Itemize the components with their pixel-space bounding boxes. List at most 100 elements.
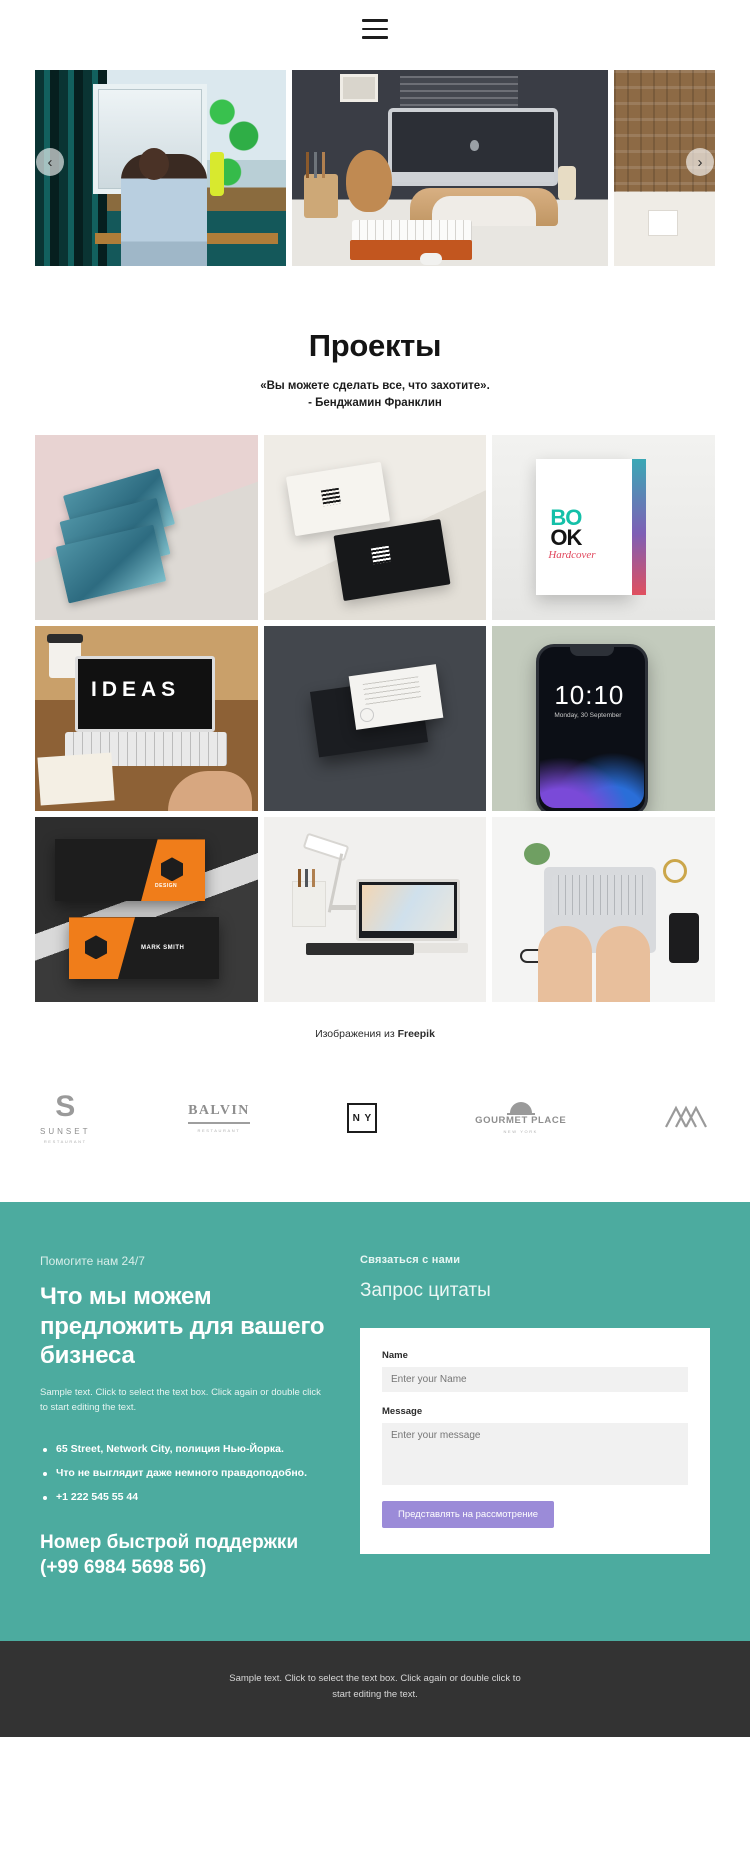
decor bbox=[648, 210, 678, 236]
quote-line-2: - Бенджамин Франклин bbox=[308, 396, 442, 409]
hamburger-menu-icon[interactable] bbox=[362, 19, 388, 39]
contact-eyebrow: Помогите нам 24/7 bbox=[40, 1254, 145, 1269]
footer-text: Sample text. Click to select the text bo… bbox=[229, 1672, 521, 1700]
logo-label: N Y bbox=[352, 1112, 373, 1124]
page-root: ‹ › Проекты «Вы можете сделать все, что … bbox=[0, 0, 750, 1850]
decor bbox=[632, 459, 647, 596]
decor bbox=[524, 843, 551, 866]
message-input[interactable] bbox=[382, 1423, 688, 1486]
logo-label: SUNSET bbox=[40, 1127, 91, 1137]
logo-label: BALVIN bbox=[188, 1103, 250, 1119]
decor bbox=[558, 166, 576, 200]
project-tile[interactable]: 10:10 Monday, 30 September bbox=[492, 626, 715, 812]
project-tile[interactable]: IDEAS bbox=[35, 626, 258, 812]
decor bbox=[333, 519, 451, 602]
sunset-s-icon: S bbox=[55, 1090, 76, 1124]
mountain-icon bbox=[665, 1105, 707, 1128]
chevron-right-icon: › bbox=[697, 153, 703, 171]
contact-right-column: Связаться с нами Запрос цитаты Name Mess… bbox=[360, 1254, 710, 1580]
message-field-label: Message bbox=[382, 1406, 423, 1418]
logo-ny[interactable]: N Y bbox=[347, 1103, 378, 1134]
carousel-next-button[interactable]: › bbox=[686, 148, 714, 176]
decor bbox=[370, 546, 391, 565]
decor bbox=[552, 875, 649, 916]
logo-sunset[interactable]: S SUNSET RESTAURANT bbox=[40, 1090, 91, 1145]
decor bbox=[327, 853, 343, 914]
book-line-2: OK bbox=[550, 525, 582, 551]
card-brand: DESIGN bbox=[155, 883, 178, 890]
decor bbox=[538, 926, 593, 1003]
submit-button[interactable]: Представлять на рассмотрение bbox=[382, 1501, 555, 1529]
decor bbox=[291, 881, 326, 928]
list-item: 65 Street, Network City, полиция Нью-Йор… bbox=[40, 1442, 330, 1457]
contact-sample-text: Sample text. Click to select the text bo… bbox=[40, 1387, 321, 1413]
carousel-prev-button[interactable]: ‹ bbox=[36, 148, 64, 176]
laptop-screen-text: IDEAS bbox=[91, 678, 181, 702]
decor bbox=[570, 647, 615, 657]
decor bbox=[139, 148, 169, 180]
divider bbox=[188, 1122, 250, 1125]
projects-section: Проекты «Вы можете сделать все, что захо… bbox=[0, 266, 750, 1040]
quote-request-form: Name Message Представлять на рассмотрени… bbox=[360, 1328, 710, 1555]
support-heading: Номер быстрой поддержки bbox=[40, 1532, 299, 1554]
cloche-dome-icon bbox=[506, 1102, 535, 1116]
decor bbox=[306, 152, 336, 178]
hero-carousel: ‹ › bbox=[0, 58, 750, 266]
logo-balvin[interactable]: BALVIN RESTAURANT bbox=[188, 1103, 250, 1133]
logo-sublabel: NEW YORK bbox=[503, 1129, 538, 1135]
book-script: Hardcover bbox=[548, 549, 596, 562]
site-header bbox=[0, 0, 750, 58]
project-tile[interactable] bbox=[263, 626, 487, 812]
decor bbox=[420, 253, 442, 265]
project-tile[interactable] bbox=[492, 817, 715, 1003]
decor bbox=[359, 708, 374, 723]
contact-section: Помогите нам 24/7 Что мы можем предложит… bbox=[0, 1202, 750, 1641]
page-title: Проекты bbox=[308, 328, 442, 363]
apple-logo-icon bbox=[470, 140, 479, 151]
support-block: Номер быстрой поддержки (+99 6984 5698 5… bbox=[40, 1531, 330, 1580]
logo-mountain[interactable] bbox=[664, 1104, 710, 1133]
decor bbox=[210, 152, 224, 196]
name-input[interactable] bbox=[382, 1367, 688, 1393]
card-name: MARK SMITH bbox=[141, 945, 185, 952]
decor bbox=[37, 752, 115, 806]
list-item: Что не выглядит даже немного правдоподоб… bbox=[40, 1466, 330, 1481]
logo-gourmet-place[interactable]: GOURMET PLACE NEW YORK bbox=[475, 1102, 566, 1134]
decor bbox=[340, 74, 378, 102]
decor bbox=[329, 905, 358, 911]
decor bbox=[350, 240, 472, 260]
projects-grid: BO OK Hardcover IDEAS 10:10 Monday, 30 S… bbox=[35, 435, 715, 1003]
credit-source-link[interactable]: Freepik bbox=[398, 1028, 435, 1040]
carousel-track[interactable] bbox=[35, 70, 715, 266]
project-tile[interactable]: BO OK Hardcover bbox=[492, 435, 715, 621]
decor bbox=[361, 885, 454, 932]
decor bbox=[596, 926, 651, 1003]
carousel-slide[interactable] bbox=[35, 70, 286, 266]
chevron-left-icon: ‹ bbox=[47, 153, 53, 171]
project-tile[interactable] bbox=[263, 817, 487, 1003]
contact-bullet-list: 65 Street, Network City, полиция Нью-Йор… bbox=[40, 1442, 330, 1506]
decor bbox=[540, 746, 645, 809]
project-tile[interactable] bbox=[263, 435, 487, 621]
name-field-label: Name bbox=[382, 1350, 408, 1362]
logo-label: GOURMET PLACE bbox=[475, 1115, 567, 1127]
ny-box-icon: N Y bbox=[347, 1103, 378, 1134]
decor bbox=[663, 859, 687, 884]
decor bbox=[297, 869, 322, 888]
decor bbox=[669, 913, 699, 964]
list-item: +1 222 545 55 44 bbox=[40, 1490, 330, 1505]
decor bbox=[47, 634, 83, 644]
site-footer: Sample text. Click to select the text bo… bbox=[0, 1640, 750, 1737]
quote-line-1: «Вы можете сделать все, что захотите». bbox=[260, 380, 490, 392]
phone-date: Monday, 30 September bbox=[554, 712, 622, 720]
support-phone: (+99 6984 5698 56) bbox=[40, 1556, 207, 1578]
image-credit: Изображения из Freepik bbox=[0, 1028, 750, 1040]
credit-prefix: Изображения из bbox=[315, 1028, 398, 1041]
project-tile[interactable] bbox=[35, 435, 258, 621]
project-tile[interactable]: DESIGN MARK SMITH bbox=[35, 817, 258, 1003]
decor bbox=[167, 771, 252, 812]
projects-quote: «Вы можете сделать все, что захотите». -… bbox=[0, 378, 750, 411]
logo-sublabel: RESTAURANT bbox=[197, 1128, 241, 1134]
client-logos: S SUNSET RESTAURANT BALVIN RESTAURANT N … bbox=[0, 1092, 750, 1202]
carousel-slide[interactable] bbox=[292, 70, 608, 266]
